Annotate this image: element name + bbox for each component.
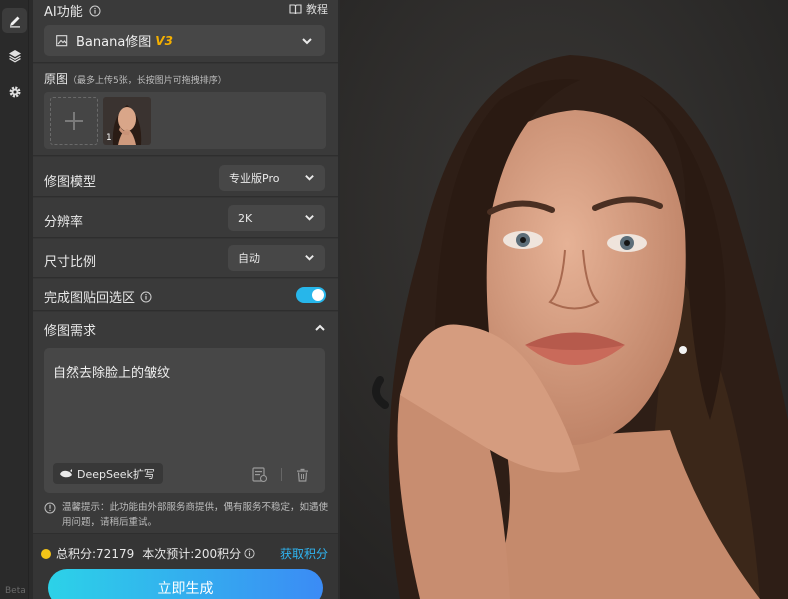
layers-tool-button[interactable]	[2, 43, 27, 68]
edit-tool-button[interactable]	[2, 8, 27, 33]
plus-icon	[65, 112, 83, 130]
source-title: 原图	[44, 72, 69, 86]
chevron-up-icon[interactable]	[314, 322, 326, 334]
total-points: 总积分:72179	[56, 547, 135, 561]
resolution-label: 分辨率	[44, 215, 84, 230]
upload-area: 1	[44, 92, 326, 149]
book-icon	[289, 4, 302, 15]
whale-icon	[60, 469, 72, 478]
model-row: 修图模型 专业版Pro	[33, 157, 338, 197]
tool-rail: Beta	[0, 0, 29, 599]
ratio-value: 自动	[238, 252, 260, 265]
source-hint: （最多上传5张，长按图片可拖拽排序）	[68, 76, 227, 86]
settings-tool-button[interactable]	[2, 79, 27, 104]
info-icon[interactable]	[89, 5, 101, 17]
pencil-icon	[9, 16, 20, 27]
tutorial-link[interactable]: 教程	[289, 1, 328, 17]
ratio-label: 尺寸比例	[44, 255, 97, 270]
image-edit-icon	[56, 34, 68, 46]
model-label: 修图模型	[44, 175, 97, 190]
request-text: 自然去除脸上的皱纹	[53, 366, 171, 381]
beta-label: Beta	[5, 586, 26, 596]
ratio-select[interactable]: 自动	[228, 245, 325, 271]
portrait-photo	[340, 0, 788, 599]
paste-back-label: 完成图贴回选区	[44, 291, 136, 306]
canvas-image[interactable]	[340, 0, 788, 599]
paste-back-row: 完成图贴回选区	[33, 279, 338, 311]
version-badge: V3	[155, 33, 173, 48]
info-icon[interactable]	[244, 548, 255, 559]
deepseek-label: DeepSeek扩写	[77, 467, 155, 481]
deepseek-expand-button[interactable]: DeepSeek扩写	[53, 463, 163, 484]
info-icon[interactable]	[140, 291, 152, 303]
ratio-row: 尺寸比例 自动	[33, 239, 338, 278]
source-thumbnail[interactable]: 1	[103, 97, 151, 145]
chevron-down-icon	[302, 38, 312, 45]
model-value: 专业版Pro	[229, 172, 280, 185]
paste-back-toggle[interactable]	[296, 287, 326, 303]
layers-icon	[8, 49, 21, 63]
resolution-select[interactable]: 2K	[228, 205, 325, 231]
history-icon[interactable]	[252, 467, 267, 482]
chevron-down-icon	[305, 255, 314, 261]
coin-icon	[41, 548, 51, 559]
request-textarea[interactable]: 自然去除脸上的皱纹 DeepSeek扩写	[44, 348, 325, 493]
ai-model-name: Banana修图	[76, 35, 152, 50]
request-title: 修图需求	[44, 324, 97, 339]
source-images-section: 原图（最多上传5张，长按图片可拖拽排序） 1	[33, 64, 338, 156]
notice-text: 温馨提示：此功能由外部服务商提供，偶有服务不稳定，如遇使用问题，请稍后重试。	[62, 502, 329, 528]
chevron-down-icon	[305, 175, 314, 181]
chevron-down-icon	[305, 215, 314, 221]
ai-model-dropdown[interactable]: Banana修图 V3	[44, 25, 325, 56]
ai-function-title: AI功能	[44, 5, 83, 20]
generate-button[interactable]: 立即生成	[48, 569, 323, 599]
resolution-row: 分辨率 2K	[33, 198, 338, 238]
thumbnail-index: 1	[106, 133, 112, 143]
notice: 温馨提示：此功能由外部服务商提供，偶有服务不稳定，如遇使用问题，请稍后重试。	[44, 500, 329, 530]
trash-icon[interactable]	[296, 468, 309, 482]
points-info: 总积分:72179 本次预计:200积分	[41, 545, 255, 562]
estimated-cost: 本次预计:200积分	[142, 547, 242, 561]
model-select[interactable]: 专业版Pro	[219, 165, 325, 191]
tutorial-label: 教程	[306, 3, 328, 16]
ai-panel: AI功能 教程 Banana修图 V3 原图（最多上传5张，长按图片可拖拽排序）…	[33, 0, 338, 599]
add-image-button[interactable]	[50, 97, 98, 145]
alert-circle-icon	[44, 502, 56, 514]
ai-function-section: AI功能 教程 Banana修图 V3	[33, 0, 338, 63]
get-points-link[interactable]: 获取积分	[280, 545, 328, 562]
divider	[281, 468, 282, 481]
resolution-value: 2K	[238, 211, 253, 225]
gear-icon	[8, 85, 21, 98]
